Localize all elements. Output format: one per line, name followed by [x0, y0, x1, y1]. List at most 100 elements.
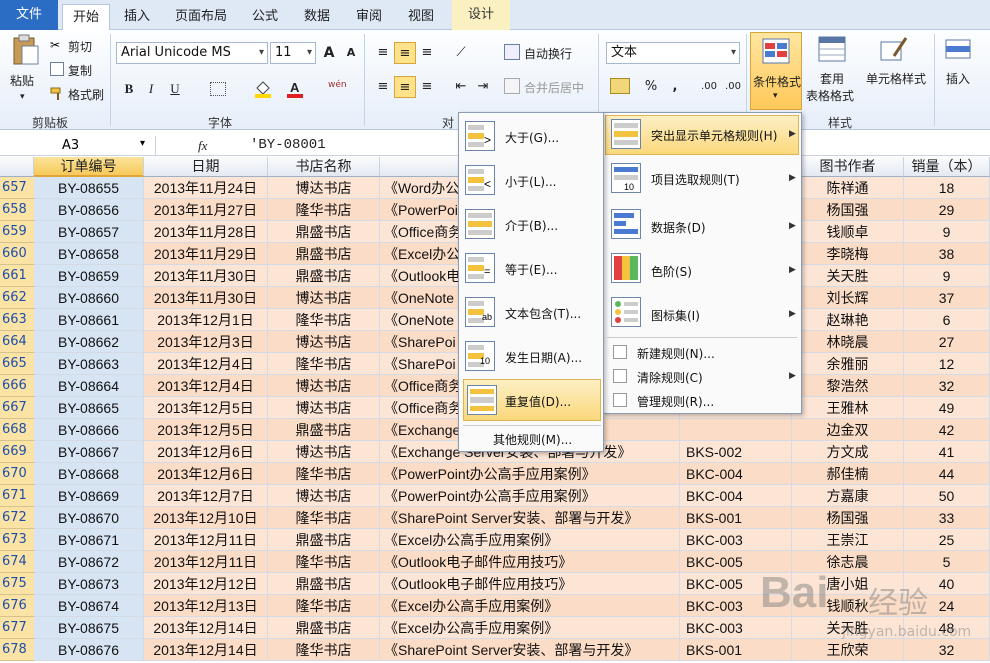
cell-book[interactable]: 《PowerPoint办公高手应用案例》	[380, 485, 680, 507]
cell-date[interactable]: 2013年12月4日	[144, 375, 268, 397]
cell-code[interactable]: BKS-001	[680, 639, 792, 661]
cell-author[interactable]: 唐小姐	[792, 573, 904, 595]
cell-author[interactable]: 林晓晨	[792, 331, 904, 353]
cell-qty[interactable]: 50	[904, 485, 990, 507]
cell-author[interactable]: 黎浩然	[792, 375, 904, 397]
row-header[interactable]: 661	[0, 265, 34, 287]
cell-author[interactable]: 关天胜	[792, 617, 904, 639]
cell-date[interactable]: 2013年12月10日	[144, 507, 268, 529]
table-format-label-2[interactable]: 表格格式	[806, 87, 854, 104]
cell-id[interactable]: BY-08665	[34, 397, 144, 419]
cell-code[interactable]: BKC-004	[680, 485, 792, 507]
cell-id[interactable]: BY-08670	[34, 507, 144, 529]
cell-id[interactable]: BY-08672	[34, 551, 144, 573]
cell-date[interactable]: 2013年11月30日	[144, 265, 268, 287]
cell-shop[interactable]: 鼎盛书店	[268, 419, 380, 441]
submenu-item-less[interactable]: 小于(L)...	[505, 173, 557, 190]
cell-qty[interactable]: 41	[904, 441, 990, 463]
cell-id[interactable]: BY-08668	[34, 463, 144, 485]
grow-font-button[interactable]: A	[318, 42, 340, 64]
fx-icon[interactable]: fx	[198, 138, 207, 154]
cell-id[interactable]: BY-08656	[34, 199, 144, 221]
cell-date[interactable]: 2013年12月4日	[144, 353, 268, 375]
paste-icon[interactable]	[8, 34, 42, 68]
cell-author[interactable]: 赵琳艳	[792, 309, 904, 331]
cell-qty[interactable]: 48	[904, 617, 990, 639]
cell-date[interactable]: 2013年12月6日	[144, 463, 268, 485]
cell-id[interactable]: BY-08667	[34, 441, 144, 463]
row-header[interactable]: 659	[0, 221, 34, 243]
orientation-icon[interactable]: ⟋	[450, 42, 472, 64]
cell-author[interactable]: 杨国强	[792, 507, 904, 529]
align-left-icon[interactable]: ≡	[372, 76, 394, 98]
cell-id[interactable]: BY-08675	[34, 617, 144, 639]
tab-review[interactable]: 审阅	[346, 4, 392, 30]
row-header[interactable]: 666	[0, 375, 34, 397]
column-header-g[interactable]: 图书作者	[792, 157, 904, 177]
cell-date[interactable]: 2013年11月30日	[144, 287, 268, 309]
cell-shop[interactable]: 鼎盛书店	[268, 573, 380, 595]
cell-code[interactable]: BKC-005	[680, 551, 792, 573]
cell-shop[interactable]: 鼎盛书店	[268, 243, 380, 265]
row-header[interactable]: 669	[0, 441, 34, 463]
cell-qty[interactable]: 44	[904, 463, 990, 485]
italic-button[interactable]: I	[140, 78, 162, 100]
cell-shop[interactable]: 隆华书店	[268, 309, 380, 331]
cell-qty[interactable]: 42	[904, 419, 990, 441]
cell-code[interactable]	[680, 419, 792, 441]
row-header[interactable]: 667	[0, 397, 34, 419]
tab-page-layout[interactable]: 页面布局	[166, 4, 236, 30]
row-header[interactable]: 664	[0, 331, 34, 353]
cell-code[interactable]: BKC-003	[680, 529, 792, 551]
menu-item-data-bars[interactable]: 数据条(D)	[651, 219, 706, 236]
underline-button[interactable]: U	[164, 78, 186, 100]
cell-id[interactable]: BY-08669	[34, 485, 144, 507]
cell-date[interactable]: 2013年12月7日	[144, 485, 268, 507]
tab-formulas[interactable]: 公式	[242, 4, 288, 30]
phonetic-button[interactable]: wén	[328, 80, 347, 90]
cell-code[interactable]: BKS-001	[680, 507, 792, 529]
cell-date[interactable]: 2013年12月5日	[144, 419, 268, 441]
cell-date[interactable]: 2013年12月14日	[144, 617, 268, 639]
row-header[interactable]: 675	[0, 573, 34, 595]
menu-item-color-scales[interactable]: 色阶(S)	[651, 263, 692, 280]
cell-qty[interactable]: 18	[904, 177, 990, 199]
cell-shop[interactable]: 隆华书店	[268, 551, 380, 573]
column-header-h[interactable]: 销量（本）	[904, 157, 990, 177]
align-top-icon[interactable]: ≡	[372, 42, 394, 64]
cell-id[interactable]: BY-08671	[34, 529, 144, 551]
submenu-item-date-occurring[interactable]: 发生日期(A)...	[505, 349, 582, 366]
cell-author[interactable]: 杨国强	[792, 199, 904, 221]
row-header[interactable]: 670	[0, 463, 34, 485]
insert-cells-button[interactable]: 插入	[946, 70, 970, 87]
cell-qty[interactable]: 33	[904, 507, 990, 529]
cell-qty[interactable]: 9	[904, 221, 990, 243]
comma-button[interactable]: ,	[664, 76, 686, 98]
cell-date[interactable]: 2013年12月1日	[144, 309, 268, 331]
cell-id[interactable]: BY-08661	[34, 309, 144, 331]
cell-shop[interactable]: 隆华书店	[268, 595, 380, 617]
cell-author[interactable]: 方嘉康	[792, 485, 904, 507]
cell-date[interactable]: 2013年12月12日	[144, 573, 268, 595]
row-header[interactable]: 671	[0, 485, 34, 507]
shrink-font-button[interactable]: A	[340, 42, 362, 64]
cell-author[interactable]: 徐志晨	[792, 551, 904, 573]
cell-id[interactable]: BY-08658	[34, 243, 144, 265]
cell-shop[interactable]: 博达书店	[268, 375, 380, 397]
menu-item-new-rule[interactable]: 新建规则(N)...	[637, 345, 715, 362]
cell-shop[interactable]: 隆华书店	[268, 463, 380, 485]
merge-center-button[interactable]: 合并后居中	[524, 79, 584, 96]
corner-header[interactable]	[0, 157, 34, 177]
column-header-b[interactable]: 日期	[144, 157, 268, 177]
cell-author[interactable]: 陈祥通	[792, 177, 904, 199]
cell-author[interactable]: 刘长辉	[792, 287, 904, 309]
submenu-item-greater[interactable]: 大于(G)...	[505, 129, 559, 146]
cell-shop[interactable]: 鼎盛书店	[268, 529, 380, 551]
cell-code[interactable]: BKS-002	[680, 441, 792, 463]
cell-date[interactable]: 2013年11月24日	[144, 177, 268, 199]
cell-author[interactable]: 关天胜	[792, 265, 904, 287]
conditional-format-button[interactable]: 条件格式 ▾	[750, 32, 802, 110]
name-box[interactable]: A3	[0, 136, 156, 156]
cell-shop[interactable]: 隆华书店	[268, 199, 380, 221]
cell-date[interactable]: 2013年11月27日	[144, 199, 268, 221]
